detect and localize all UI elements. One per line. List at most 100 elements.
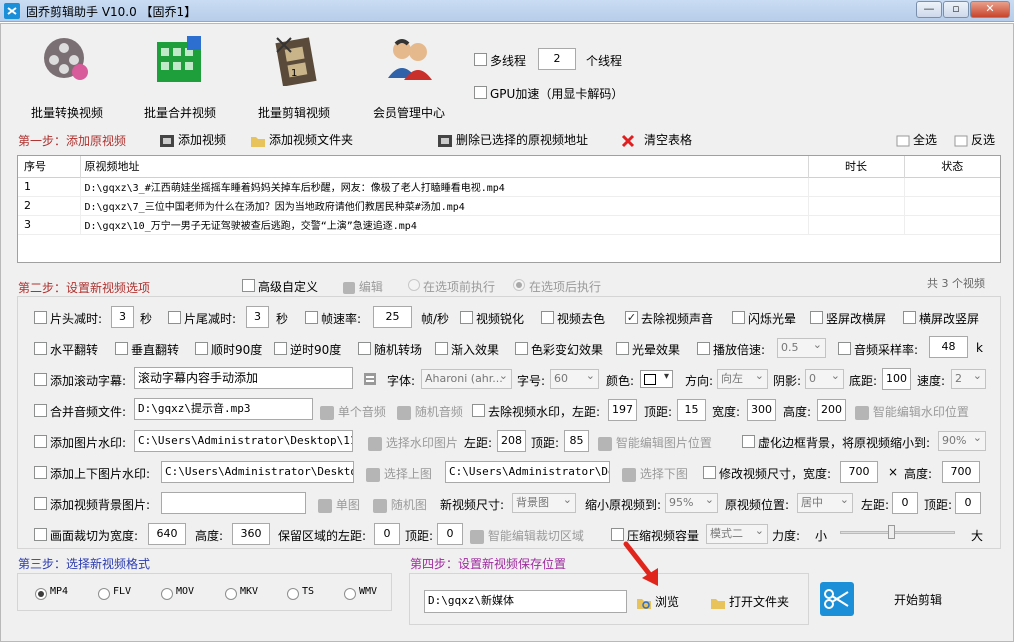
clear-table-button[interactable]: 清空表格 — [620, 131, 692, 149]
blur-scale-select[interactable]: 90% — [938, 431, 986, 451]
slider-thumb[interactable] — [888, 525, 895, 539]
wm-left-input[interactable]: 197 — [608, 399, 637, 421]
img-left-input[interactable]: 208 — [497, 430, 526, 452]
sample-rate-checkbox[interactable] — [838, 342, 851, 355]
remove-audio-checkbox[interactable] — [625, 311, 638, 324]
batch-edit-button[interactable]: 1 批量剪辑视频 — [249, 32, 339, 122]
rand-trans-checkbox[interactable] — [358, 342, 371, 355]
bg-left-input[interactable]: 0 — [892, 492, 918, 514]
cw90-checkbox[interactable] — [195, 342, 208, 355]
smart-crop-button[interactable]: 智能编辑裁切区域 — [470, 527, 584, 544]
start-edit-button[interactable]: 开始剪辑 — [820, 580, 970, 620]
col-status[interactable]: 状态 — [904, 156, 1000, 177]
tb-image-checkbox[interactable] — [34, 466, 47, 479]
fade-in-checkbox[interactable] — [435, 342, 448, 355]
crop-width-input[interactable]: 640 — [148, 523, 186, 545]
format-radio-mkv[interactable] — [225, 588, 237, 600]
col-duration[interactable]: 时长 — [808, 156, 905, 177]
flash-checkbox[interactable] — [732, 311, 745, 324]
speed-checkbox[interactable] — [697, 342, 710, 355]
tail-cut-checkbox[interactable] — [168, 311, 181, 324]
smart-wm-button[interactable]: 智能编辑水印位置 — [855, 403, 969, 420]
crop-height-input[interactable]: 360 — [232, 523, 270, 545]
speed-select[interactable]: 0.5 — [777, 338, 826, 358]
format-radio-mov[interactable] — [161, 588, 173, 600]
merge-audio-checkbox[interactable] — [34, 404, 47, 417]
sample-rate-input[interactable]: 48 — [929, 336, 968, 358]
table-row[interactable]: 1 D:\gqxz\3_#江西萌娃坐摇摇车睡着妈妈关掉车后秒醒，网友：像极了老人… — [18, 177, 1000, 196]
select-all-button[interactable]: 全选 — [895, 131, 937, 149]
open-folder-button[interactable]: 打开文件夹 — [710, 593, 789, 611]
single-image-button[interactable]: 单图 — [318, 496, 360, 513]
shrink-select[interactable]: 95% — [665, 493, 718, 513]
table-row[interactable]: 3 D:\gqxz\10_万宁一男子无证驾驶被查后逃跑，交警“上演”急速追逐.m… — [18, 215, 1000, 234]
remove-watermark-checkbox[interactable] — [472, 404, 485, 417]
text-style-button[interactable] — [362, 371, 378, 387]
random-audio-button[interactable]: 随机音频 — [397, 403, 463, 420]
after-radio[interactable] — [513, 279, 525, 291]
image-wm-checkbox[interactable] — [34, 435, 47, 448]
before-radio[interactable] — [408, 279, 420, 291]
member-center-button[interactable]: 会员管理中心 — [364, 32, 454, 122]
multithread-checkbox[interactable] — [474, 53, 487, 66]
advanced-checkbox[interactable] — [242, 279, 255, 292]
format-radio-mp4[interactable] — [35, 588, 47, 600]
resize-width-input[interactable]: 700 — [840, 461, 878, 483]
choose-top-button[interactable]: 选择上图 — [366, 465, 432, 482]
resize-checkbox[interactable] — [703, 466, 716, 479]
fps-checkbox[interactable] — [305, 311, 318, 324]
video-table[interactable]: 序号 原视频地址 时长 状态 1 D:\gqxz\3_#江西萌娃坐摇摇车睡着妈妈… — [17, 155, 1001, 263]
color-picker[interactable]: ▾ — [640, 370, 673, 388]
head-cut-input[interactable]: 3 — [111, 306, 134, 328]
format-radio-wmv[interactable] — [344, 588, 356, 600]
wm-width-input[interactable]: 300 — [747, 399, 776, 421]
wm-top-input[interactable]: 15 — [677, 399, 706, 421]
bg-top-input[interactable]: 0 — [955, 492, 981, 514]
minimize-button[interactable]: — — [916, 1, 942, 18]
glow-checkbox[interactable] — [616, 342, 629, 355]
format-radio-flv[interactable] — [98, 588, 110, 600]
gpu-checkbox[interactable] — [474, 86, 487, 99]
bottom-image-path-input[interactable]: C:\Users\Administrator\Desk — [445, 461, 610, 483]
vflip-checkbox[interactable] — [115, 342, 128, 355]
edit-button[interactable]: 编辑 — [343, 278, 383, 295]
crop-checkbox[interactable] — [34, 528, 47, 541]
close-button[interactable]: ✕ — [970, 1, 1010, 18]
wm-height-input[interactable]: 200 — [817, 399, 846, 421]
tail-cut-input[interactable]: 3 — [246, 306, 269, 328]
direction-select[interactable]: 向左 — [717, 369, 768, 389]
delete-selected-button[interactable]: 删除已选择的原视频地址 — [437, 131, 588, 149]
hflip-checkbox[interactable] — [34, 342, 47, 355]
compress-mode-select[interactable]: 模式二 — [706, 524, 768, 544]
bg-image-path-input[interactable] — [161, 492, 306, 514]
table-row[interactable]: 2 D:\gqxz\7_三位中国老师为什么在汤加？因为当地政府请他们教居民种菜#… — [18, 196, 1000, 215]
crop-top-input[interactable]: 0 — [437, 523, 463, 545]
top-image-path-input[interactable]: C:\Users\Administrator\Desktop\i — [161, 461, 354, 483]
batch-merge-button[interactable]: 批量合并视频 — [135, 32, 225, 122]
random-image-button[interactable]: 随机图 — [373, 496, 427, 513]
image-wm-path-input[interactable]: C:\Users\Administrator\Desktop\111.j — [134, 430, 353, 452]
add-video-button[interactable]: 添加视频 — [159, 131, 226, 149]
smart-img-button[interactable]: 智能编辑图片位置 — [598, 434, 712, 451]
blur-border-checkbox[interactable] — [742, 435, 755, 448]
save-path-input[interactable]: D:\gqxz\新媒体 — [424, 590, 627, 613]
bg-image-checkbox[interactable] — [34, 497, 47, 510]
fps-input[interactable]: 25 — [373, 306, 412, 328]
sharpen-checkbox[interactable] — [460, 311, 473, 324]
v2h-checkbox[interactable] — [810, 311, 823, 324]
batch-convert-button[interactable]: 批量转换视频 — [22, 32, 112, 122]
color-glow-checkbox[interactable] — [515, 342, 528, 355]
resize-height-input[interactable]: 700 — [942, 461, 980, 483]
head-cut-checkbox[interactable] — [34, 311, 47, 324]
format-radio-ts[interactable] — [287, 588, 299, 600]
add-folder-button[interactable]: 添加视频文件夹 — [250, 131, 353, 149]
size-select[interactable]: 60 — [550, 369, 599, 389]
shadow-select[interactable]: 0 — [805, 369, 844, 389]
position-select[interactable]: 居中 — [797, 493, 853, 513]
bottom-input[interactable]: 100 — [882, 368, 911, 390]
maximize-button[interactable]: ▫ — [943, 1, 969, 18]
choose-bottom-button[interactable]: 选择下图 — [622, 465, 688, 482]
scroll-text-input[interactable]: 滚动字幕内容手动添加 — [134, 367, 353, 389]
col-path[interactable]: 原视频地址 — [80, 156, 809, 177]
choose-wm-image-button[interactable]: 选择水印图片 — [368, 434, 458, 451]
